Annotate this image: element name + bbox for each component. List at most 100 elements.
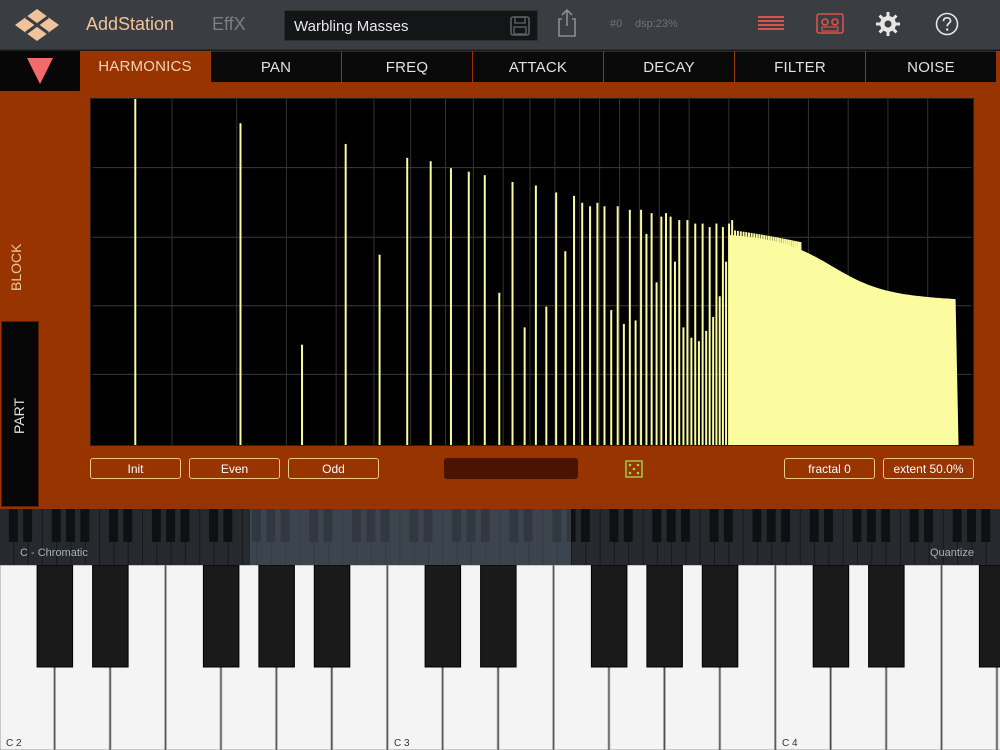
harmonic-bar[interactable] [449,168,452,445]
harmonic-bar[interactable] [669,216,672,445]
harmonic-bar[interactable] [634,320,637,445]
harmonic-bar[interactable] [712,316,715,445]
harmonic-bar[interactable] [640,209,643,445]
harmonic-bar[interactable] [686,220,689,445]
keyboard-overview-strip[interactable]: C - Chromatic Quantize [0,509,1000,565]
preset-name: Warbling Masses [294,18,409,35]
help-icon[interactable] [935,12,959,36]
tab-pan[interactable]: PAN [211,51,341,82]
dice-randomize-icon[interactable] [625,460,643,478]
harmonic-bar[interactable] [660,216,663,445]
black-key[interactable] [92,565,129,668]
save-icon[interactable] [509,15,531,37]
triangle-down-icon [27,58,53,84]
preset-name-field[interactable]: Warbling Masses [284,10,538,41]
visible-range-highlight[interactable] [250,509,571,565]
harmonics-graph[interactable] [90,98,974,446]
harmonic-bar[interactable] [721,227,724,445]
harmonic-bar[interactable] [498,292,501,445]
harmonic-bar[interactable] [573,195,576,445]
tab-filter[interactable]: FILTER [735,51,865,82]
menu-list-icon[interactable] [758,15,784,33]
harmonic-bar[interactable] [406,157,409,445]
harmonic-bar[interactable] [650,213,653,445]
harmonic-bar[interactable] [610,310,613,445]
init-button[interactable]: Init [90,458,181,479]
addstation-logo-icon[interactable] [14,8,60,42]
harmonic-bar[interactable] [665,213,668,445]
effx-button[interactable]: EffX [212,14,246,35]
black-key[interactable] [313,565,351,668]
mini-black-key [580,509,590,542]
harmonic-bar[interactable] [344,143,347,445]
piano-keyboard[interactable] [0,565,1000,750]
harmonic-bar[interactable] [690,337,693,445]
recorder-tape-icon[interactable] [816,12,844,36]
harmonic-bar[interactable] [564,251,567,445]
harmonic-bar[interactable] [523,327,526,445]
odd-button[interactable]: Odd [288,458,379,479]
black-key[interactable] [480,565,517,668]
amount-slider[interactable] [444,458,578,479]
black-key[interactable] [258,565,295,668]
harmonic-bar[interactable] [596,202,599,445]
black-key[interactable] [424,565,462,668]
tab-noise[interactable]: NOISE [866,51,996,82]
mini-black-key [766,509,776,542]
harmonic-bar[interactable] [701,223,704,445]
harmonic-bar[interactable] [705,330,708,445]
harmonic-bar[interactable] [694,223,697,445]
scale-label[interactable]: C - Chromatic [20,547,88,559]
harmonic-bar[interactable] [645,233,648,445]
black-key[interactable] [701,565,739,668]
harmonics-panel: HARMONICS PAN FREQ ATTACK DECAY FILTER N… [0,51,1000,509]
black-key[interactable] [36,565,74,668]
black-key[interactable] [868,565,905,668]
harmonic-bar[interactable] [467,171,470,445]
harmonic-bar[interactable] [603,206,606,445]
harmonic-bar[interactable] [715,223,718,445]
block-side-tab[interactable]: BLOCK [0,91,40,321]
harmonic-bar[interactable] [616,206,619,445]
harmonic-bar[interactable] [134,99,137,445]
harmonic-bar[interactable] [655,282,658,445]
harmonic-bar[interactable] [534,185,537,446]
extent-button[interactable]: extent 50.0% [883,458,974,479]
black-key[interactable] [590,565,628,668]
tab-bar: HARMONICS PAN FREQ ATTACK DECAY FILTER N… [80,51,1000,83]
part-dropdown-button[interactable] [0,51,80,91]
fractal-button[interactable]: fractal 0 [784,458,875,479]
harmonic-bar[interactable] [483,175,486,445]
tab-freq[interactable]: FREQ [342,51,472,82]
harmonic-bar[interactable] [429,161,432,445]
harmonic-bar[interactable] [589,206,592,445]
harmonic-bar[interactable] [673,261,676,445]
harmonic-bar[interactable] [628,209,631,445]
quantize-label[interactable]: Quantize [930,547,974,559]
black-key[interactable] [978,565,1000,668]
harmonic-bar[interactable] [581,202,584,445]
part-side-tab[interactable]: PART [1,321,39,507]
harmonic-bar[interactable] [622,323,625,445]
black-key[interactable] [202,565,240,668]
harmonic-bar[interactable] [708,227,711,445]
tab-harmonics[interactable]: HARMONICS [80,51,210,82]
even-button[interactable]: Even [189,458,280,479]
harmonic-bar[interactable] [555,192,558,445]
harmonic-bar[interactable] [718,296,721,445]
share-icon[interactable] [556,8,578,38]
harmonic-bar[interactable] [682,327,685,445]
harmonic-bar[interactable] [545,306,548,445]
harmonic-bar[interactable] [239,123,242,445]
tab-attack[interactable]: ATTACK [473,51,603,82]
harmonic-bar[interactable] [697,341,700,445]
tab-decay[interactable]: DECAY [604,51,734,82]
harmonic-bar[interactable] [725,261,728,445]
gear-icon[interactable] [876,12,900,36]
harmonic-bar[interactable] [301,344,304,445]
harmonic-bar[interactable] [511,182,514,445]
harmonic-bar[interactable] [678,220,681,445]
black-key[interactable] [646,565,683,668]
harmonic-bar[interactable] [378,254,381,445]
black-key[interactable] [812,565,850,668]
